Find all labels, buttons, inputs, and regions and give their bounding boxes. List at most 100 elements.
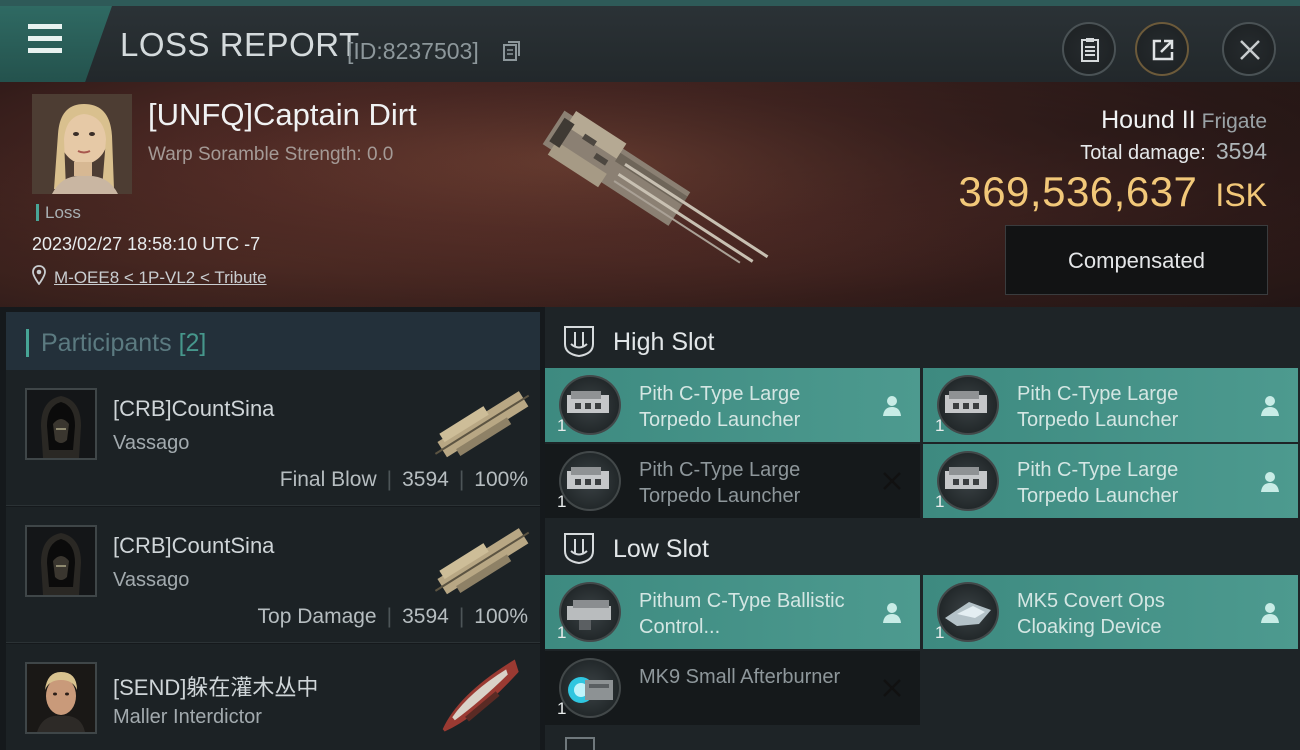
warp-scramble-strength: Warp Soramble Strength: 0.0 [148, 144, 394, 165]
torpedo-launcher-icon [559, 451, 621, 511]
module-card[interactable]: 1 Pith C-Type Large Torpedo Launcher [923, 368, 1298, 442]
participant-damage: 3594 [402, 605, 449, 628]
module-quantity: 1 [557, 416, 567, 435]
module-quantity: 1 [557, 699, 567, 718]
isk-value: 369,536,637 [958, 168, 1198, 215]
hamburger-menu-icon[interactable] [28, 24, 62, 54]
participant-role: Top Damage [257, 605, 377, 628]
loss-tag: Loss [36, 204, 81, 221]
fitted-person-icon [1261, 472, 1279, 492]
participants-count: [2] [178, 329, 207, 357]
close-icon [1240, 40, 1260, 60]
participant-ship: Vassago [113, 569, 190, 591]
participant-ship-image [434, 391, 530, 458]
loss-summary: [UNFQ]Captain Dirt Warp Soramble Strengt… [0, 82, 1300, 307]
total-damage-value: 3594 [1215, 138, 1267, 164]
participant-role: Final Blow [279, 468, 377, 491]
share-button[interactable] [1135, 22, 1189, 76]
participant-row[interactable]: [CRB]CountSina Vassago Final Blow | 3594… [6, 370, 540, 506]
participant-row[interactable]: [SEND]躲在灌木丛中 Maller Interdictor [6, 644, 540, 750]
participant-stats: Top Damage | 3594 | 100% [258, 605, 528, 629]
isk-unit: ISK [1215, 177, 1267, 213]
torpedo-launcher-icon [937, 451, 999, 511]
high-slot-header: High Slot [545, 310, 1300, 370]
participant-avatar[interactable] [25, 662, 97, 734]
module-card[interactable]: 1 MK9 Small Afterburner [545, 651, 920, 725]
participant-avatar[interactable] [25, 525, 97, 597]
compensated-button[interactable]: Compensated [1005, 225, 1268, 295]
participant-stats: Final Blow | 3594 | 100% [280, 468, 528, 492]
participant-ship: Maller Interdictor [113, 706, 262, 728]
copy-icon[interactable] [503, 40, 521, 62]
high-slot-title: High Slot [613, 328, 715, 356]
participant-name[interactable]: [CRB]CountSina [113, 533, 274, 559]
low-slot-header: Low Slot [545, 517, 1300, 577]
ballistic-control-icon [559, 582, 621, 642]
fitted-person-icon [883, 603, 901, 623]
loss-datetime: 2023/02/27 18:58:10 UTC -7 [32, 234, 261, 254]
clipboard-button[interactable] [1062, 22, 1116, 76]
module-name: Pith C-Type Large Torpedo Launcher [1017, 383, 1179, 431]
victim-name[interactable]: [UNFQ]Captain Dirt [148, 97, 417, 133]
participant-avatar[interactable] [25, 388, 97, 460]
low-slot-title: Low Slot [613, 535, 709, 563]
module-name: MK9 Small Afterburner [639, 666, 841, 688]
participant-ship: Vassago [113, 432, 190, 454]
low-slot-icon [564, 533, 594, 565]
module-name: Pith C-Type Large Torpedo Launcher [639, 459, 801, 507]
afterburner-icon [559, 658, 621, 718]
participant-name[interactable]: [CRB]CountSina [113, 396, 274, 422]
participant-percent: 100% [474, 605, 528, 628]
module-card[interactable]: 1 Pith C-Type Large Torpedo Launcher [545, 368, 920, 442]
participant-ship-image [434, 528, 530, 595]
fitting-panel: High Slot 1 Pith C-Type Large Torpedo La… [545, 307, 1300, 750]
participants-title-text: Participants [41, 329, 172, 357]
participant-ship-image [442, 659, 519, 732]
isk-value-row: 369,536,637 ISK [958, 168, 1267, 216]
page-title: LOSS REPORT [120, 26, 360, 63]
participant-damage: 3594 [402, 468, 449, 491]
stat-separator: | [458, 605, 465, 628]
report-id: [ID:8237503] [347, 38, 479, 64]
stat-separator: | [458, 468, 465, 491]
module-quantity: 1 [557, 623, 567, 642]
module-card[interactable]: 1 MK5 Covert Ops Cloaking Device [923, 575, 1298, 649]
victim-ship-name[interactable]: Hound II [1101, 106, 1196, 134]
torpedo-launcher-icon [559, 375, 621, 435]
module-card[interactable]: 1 Pith C-Type Large Torpedo Launcher [545, 444, 920, 518]
participants-title: Participants [2] [26, 329, 206, 357]
menu-tab[interactable] [0, 6, 112, 82]
victim-ship-class: Frigate [1201, 110, 1267, 133]
victim-avatar[interactable] [32, 94, 132, 194]
mid-slot-icon [565, 737, 595, 750]
fitted-person-icon [1261, 603, 1279, 623]
top-bar: LOSS REPORT [ID:8237503] [0, 0, 1300, 82]
location-pin-icon [32, 265, 46, 285]
module-quantity: 1 [935, 623, 945, 642]
participants-header: Participants [2] [6, 312, 540, 370]
share-icon [1152, 39, 1174, 61]
participant-percent: 100% [474, 468, 528, 491]
clipboard-icon [1081, 38, 1099, 62]
participant-name[interactable]: [SEND]躲在灌木丛中 [113, 670, 318, 702]
total-damage-label: Total damage: [1080, 142, 1206, 164]
participant-row[interactable]: [CRB]CountSina Vassago Top Damage | 3594… [6, 507, 540, 643]
fitted-person-icon [1261, 396, 1279, 416]
participants-panel: Participants [2] [CRB]CountSina Vassago [6, 307, 540, 750]
destroyed-x-icon [883, 679, 901, 697]
close-button[interactable] [1222, 22, 1276, 76]
victim-ship-image [542, 110, 769, 264]
module-name: Pithum C-Type Ballistic Control... [639, 590, 845, 638]
torpedo-launcher-icon [937, 375, 999, 435]
module-card[interactable]: 1 Pithum C-Type Ballistic Control... [545, 575, 920, 649]
module-name: Pith C-Type Large Torpedo Launcher [1017, 459, 1179, 507]
module-card[interactable]: 1 Pith C-Type Large Torpedo Launcher [923, 444, 1298, 518]
destroyed-x-icon [883, 472, 901, 490]
stat-separator: | [386, 468, 393, 491]
module-name: Pith C-Type Large Torpedo Launcher [639, 383, 801, 431]
module-quantity: 1 [935, 416, 945, 435]
victim-ship-row: Hound II Frigate [1101, 106, 1267, 135]
module-name: MK5 Covert Ops Cloaking Device [1017, 590, 1165, 638]
location-link[interactable]: M-OEE8 < 1P-VL2 < Tribute [54, 268, 267, 288]
module-quantity: 1 [935, 492, 945, 511]
